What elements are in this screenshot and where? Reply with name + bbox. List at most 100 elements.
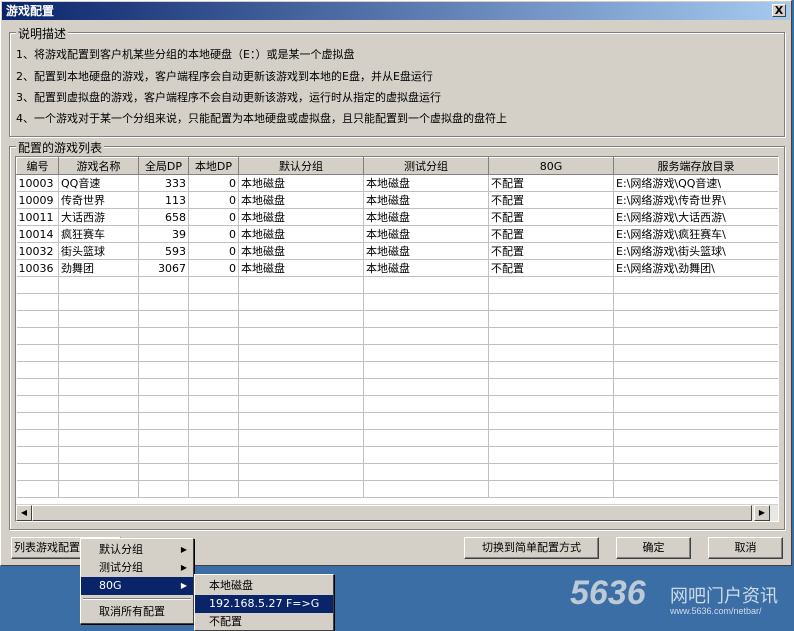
column-header-default-group[interactable]: 默认分组 [238,157,364,175]
table-cell [613,395,778,413]
table-cell [188,463,239,481]
game-list-title: 配置的游戏列表 [16,139,105,156]
table-cell: 0 [188,242,239,260]
table-cell [613,446,778,464]
column-header-80g[interactable]: 80G [488,157,614,175]
table-cell [238,446,364,464]
menu-item-label: 默认分组 [99,543,143,556]
table-cell [138,463,189,481]
table-cell [58,429,139,447]
menu-item-label: 80G [99,579,122,592]
table-cell [58,412,139,430]
table-row[interactable]: 10036 劲舞团 3067 0 本地磁盘 本地磁盘 不配置 E:\网络游戏\劲舞团\ [16,259,778,277]
table-cell [363,310,489,328]
watermark-text: 网吧门户资讯 [670,586,778,607]
column-header-test-group[interactable]: 测试分组 [363,157,489,175]
table-row[interactable] [16,463,778,481]
table-cell [238,276,364,294]
table-row[interactable] [16,429,778,447]
table-cell [16,395,59,413]
table-row[interactable] [16,293,778,311]
submenu-item-virtual-disk[interactable]: 192.168.5.27 F=>G [195,595,333,613]
table-row[interactable] [16,395,778,413]
scroll-left-arrow-icon[interactable]: ◀ [16,505,32,521]
column-header-name[interactable]: 游戏名称 [58,157,139,175]
table-row[interactable] [16,412,778,430]
column-header-global-dp[interactable]: 全局DP [138,157,189,175]
table-cell: 本地磁盘 [363,191,489,209]
table-cell [16,310,59,328]
table-row[interactable] [16,310,778,328]
ok-button[interactable]: 确定 [616,537,691,559]
table-cell: 不配置 [488,259,614,277]
cancel-button[interactable]: 取消 [708,537,783,559]
scroll-thumb[interactable] [32,505,752,521]
table-cell: E:\网络游戏\QQ音速\ [613,174,778,192]
scroll-right-arrow-icon[interactable]: ▶ [754,505,770,521]
table-cell [363,327,489,345]
table-cell [188,412,239,430]
table-cell: 39 [138,225,189,243]
table-row[interactable] [16,480,778,498]
menu-item-cancel-all[interactable]: 取消所有配置 [81,603,193,621]
watermark-url: www.5636.com/netbar/ [670,606,762,616]
table-cell [58,276,139,294]
table-cell [363,361,489,379]
column-header-local-dp[interactable]: 本地DP [188,157,239,175]
table-cell [238,463,364,481]
game-list-table[interactable]: 编号 游戏名称 全局DP 本地DP 默认分组 测试分组 80G 服务端存放目录 … [15,156,779,522]
table-row[interactable] [16,378,778,396]
table-cell [363,276,489,294]
table-cell [488,310,614,328]
submenu-item-no-config[interactable]: 不配置 [195,613,333,631]
switch-simple-config-button[interactable]: 切换到简单配置方式 [464,537,599,559]
table-cell [238,395,364,413]
table-row[interactable] [16,327,778,345]
table-cell [16,361,59,379]
table-cell [138,327,189,345]
table-cell [363,480,489,498]
table-cell: 本地磁盘 [238,174,364,192]
table-cell: 不配置 [488,242,614,260]
column-header-id[interactable]: 编号 [16,157,59,175]
table-cell [58,293,139,311]
submenu-arrow-icon: ▶ [180,545,187,554]
table-cell [16,327,59,345]
table-cell: 传奇世界 [58,191,139,209]
menu-item-default-group[interactable]: 默认分组 ▶ [81,541,193,559]
table-cell [188,480,239,498]
submenu-arrow-icon: ▶ [180,563,187,572]
table-row[interactable]: 10014 疯狂赛车 39 0 本地磁盘 本地磁盘 不配置 E:\网络游戏\疯狂赛车\ [16,225,778,243]
table-row[interactable] [16,344,778,362]
horizontal-scrollbar[interactable]: ◀ ▶ [16,504,778,521]
table-cell: 本地磁盘 [363,242,489,260]
menu-item-label: 测试分组 [99,561,143,574]
description-line: 2、配置到本地硬盘的游戏，客户端程序会自动更新该游戏到本地的E盘，并从E盘运行 [16,70,433,83]
table-row[interactable]: 10011 大话西游 658 0 本地磁盘 本地磁盘 不配置 E:\网络游戏\大话西游\ [16,208,778,226]
table-row[interactable]: 10009 传奇世界 113 0 本地磁盘 本地磁盘 不配置 E:\网络游戏\传奇世界\ [16,191,778,209]
table-row[interactable] [16,361,778,379]
table-cell [188,378,239,396]
table-cell [488,344,614,362]
submenu-item-local-disk[interactable]: 本地磁盘 [195,577,333,595]
table-cell [613,378,778,396]
table-cell [613,463,778,481]
table-cell [613,310,778,328]
table-row[interactable] [16,446,778,464]
table-row[interactable] [16,276,778,294]
table-cell [58,378,139,396]
table-cell [363,378,489,396]
menu-item-80g[interactable]: 80G ▶ [81,577,193,595]
close-button[interactable]: X [772,4,786,17]
table-row[interactable]: 10032 街头篮球 593 0 本地磁盘 本地磁盘 不配置 E:\网络游戏\街头篮球\ [16,242,778,260]
table-cell [16,293,59,311]
menu-item-test-group[interactable]: 测试分组 ▶ [81,559,193,577]
column-header-server-dir[interactable]: 服务端存放目录 [613,157,778,175]
title-bar: 游戏配置 X [2,2,790,20]
table-row[interactable]: 10003 QQ音速 333 0 本地磁盘 本地磁盘 不配置 E:\网络游戏\QQ音速\ [16,174,778,192]
table-cell [613,480,778,498]
table-cell: 10011 [16,208,59,226]
table-cell [238,327,364,345]
table-cell: 劲舞团 [58,259,139,277]
table-cell [138,412,189,430]
